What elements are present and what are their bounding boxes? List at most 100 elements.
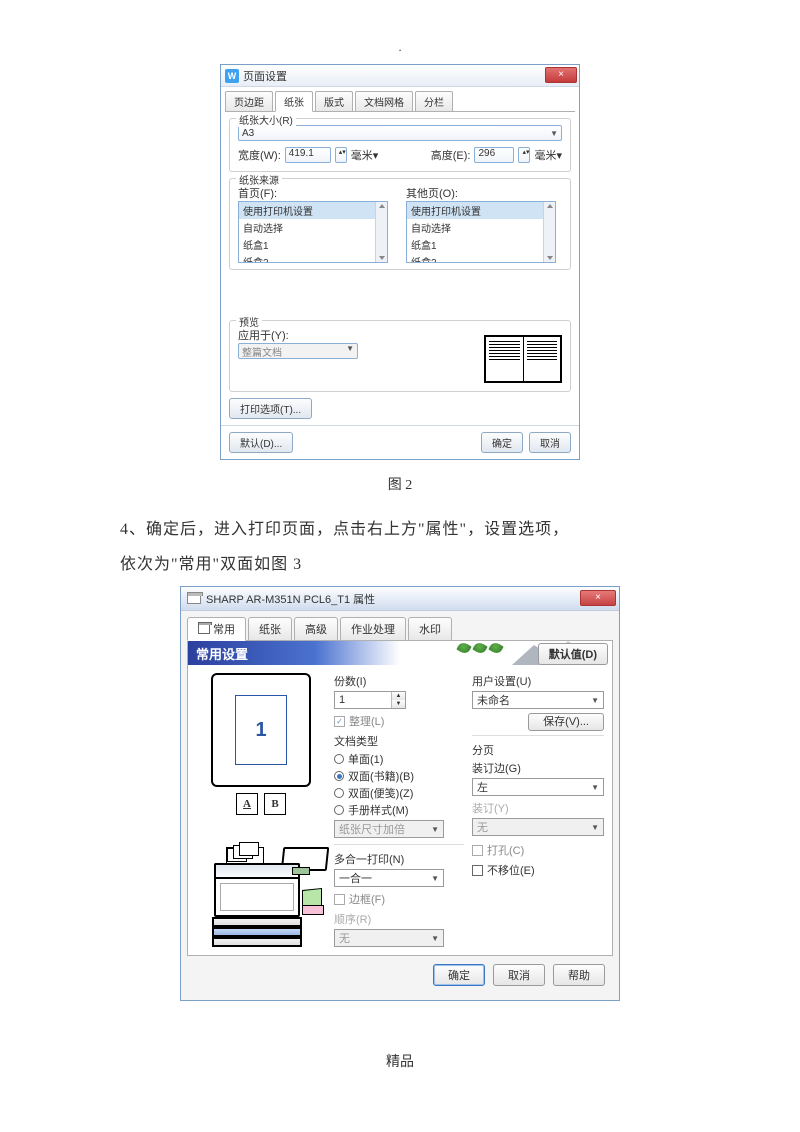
collate-label: 整理(L)	[349, 713, 384, 729]
help-button[interactable]: 帮助	[553, 964, 605, 986]
radio-duplex-book[interactable]: 双面(书籍)(B)	[334, 768, 464, 784]
ok-button[interactable]: 确定	[433, 964, 485, 986]
radio-label: 手册样式(M)	[348, 802, 409, 818]
apply-to-select[interactable]: 整篇文档 ▼	[238, 343, 358, 359]
paper-source-legend: 纸张来源	[236, 172, 282, 187]
orientation-b-icon[interactable]: B	[264, 793, 286, 815]
dlg2-titlebar: SHARP AR-M351N PCL6_T1 属性 ×	[181, 587, 619, 611]
border-label: 边框(F)	[349, 891, 385, 907]
orientation-a-icon[interactable]: A	[236, 793, 258, 815]
paper-size-select[interactable]: A3 ▼	[238, 125, 562, 141]
dlg1-title: 页面设置	[243, 68, 287, 84]
tab-label: 常用	[213, 621, 235, 637]
radio-booklet[interactable]: 手册样式(M)	[334, 802, 464, 818]
printer-properties-dialog: SHARP AR-M351N PCL6_T1 属性 × 常用 纸张 高级 作业处…	[180, 586, 620, 1001]
list-item[interactable]: 自动选择	[239, 219, 387, 236]
spinner[interactable]: ▲▼	[391, 692, 405, 708]
user-setting-value: 未命名	[477, 692, 510, 708]
list-item[interactable]: 自动选择	[407, 219, 555, 236]
tab-watermark[interactable]: 水印	[408, 617, 452, 640]
dlg1-titlebar: W 页面设置 ×	[221, 65, 579, 87]
staple-label: 装订(Y)	[472, 800, 604, 816]
print-options-button[interactable]: 打印选项(T)...	[229, 398, 312, 419]
other-page-listbox[interactable]: 使用打印机设置 自动选择 纸盒1 纸盒2	[406, 201, 556, 263]
header-dot: .	[120, 40, 680, 54]
list-item[interactable]: 使用打印机设置	[239, 202, 387, 219]
width-unit[interactable]: 毫米▾	[351, 147, 379, 163]
cancel-button[interactable]: 取消	[493, 964, 545, 986]
copies-label: 份数(I)	[334, 673, 464, 689]
first-page-listbox[interactable]: 使用打印机设置 自动选择 纸盒1 纸盒2	[238, 201, 388, 263]
preview-legend: 预览	[236, 314, 262, 329]
paper-preview: 1	[211, 673, 311, 787]
nup-select[interactable]: 一合一▼	[334, 869, 444, 887]
height-label: 高度(E):	[431, 147, 471, 163]
list-item[interactable]: 纸盒2	[407, 253, 555, 263]
copies-input[interactable]: 1 ▲▼	[334, 691, 406, 709]
border-checkbox: 边框(F)	[334, 891, 464, 907]
magnify-value: 纸张尺寸加倍	[339, 821, 405, 837]
tab-paper[interactable]: 纸张	[275, 91, 313, 112]
radio-label: 双面(书籍)(B)	[348, 768, 414, 784]
defaults-button[interactable]: 默认值(D)	[538, 643, 608, 665]
user-setting-select[interactable]: 未命名▼	[472, 691, 604, 709]
bind-edge-select[interactable]: 左▼	[472, 778, 604, 796]
scrollbar[interactable]	[375, 202, 387, 262]
printer-illustration	[196, 833, 326, 945]
radio-duplex-tablet[interactable]: 双面(便笺)(Z)	[334, 785, 464, 801]
order-label: 顺序(R)	[334, 911, 464, 927]
punch-label: 打孔(C)	[487, 842, 524, 858]
dlg2-title: SHARP AR-M351N PCL6_T1 属性	[206, 591, 375, 607]
checkbox-icon: ✓	[334, 716, 345, 727]
tab-job[interactable]: 作业处理	[340, 617, 406, 640]
paper-size-legend: 纸张大小(R)	[236, 112, 296, 127]
radio-label: 双面(便笺)(Z)	[348, 785, 413, 801]
list-item[interactable]: 纸盒2	[239, 253, 387, 263]
noshift-label: 不移位(E)	[487, 862, 535, 878]
height-unit[interactable]: 毫米▾	[534, 147, 562, 163]
staple-value: 无	[477, 819, 488, 835]
panel-header: 常用设置 默认值(D)	[188, 641, 612, 665]
preview-page-number: 1	[235, 695, 287, 765]
preview-group: 预览 应用于(Y): 整篇文档 ▼	[229, 320, 571, 392]
apply-to-value: 整篇文档	[242, 344, 282, 358]
radio-single[interactable]: 单面(1)	[334, 751, 464, 767]
tab-margins[interactable]: 页边距	[225, 91, 273, 111]
cancel-button[interactable]: 取消	[529, 432, 571, 453]
width-spinner[interactable]: ▴▾	[335, 147, 347, 163]
printer-icon	[198, 624, 210, 634]
height-spinner[interactable]: ▴▾	[518, 147, 530, 163]
order-value: 无	[339, 930, 350, 946]
default-button[interactable]: 默认(D)...	[229, 432, 293, 453]
ok-button[interactable]: 确定	[481, 432, 523, 453]
tab-common[interactable]: 常用	[187, 617, 246, 641]
tab-advanced[interactable]: 高级	[294, 617, 338, 640]
checkbox-icon	[472, 865, 483, 876]
list-item[interactable]: 纸盒1	[407, 236, 555, 253]
save-button[interactable]: 保存(V)...	[528, 713, 604, 731]
tab-columns[interactable]: 分栏	[415, 91, 453, 111]
noshift-checkbox[interactable]: 不移位(E)	[472, 862, 604, 878]
paper-size-group: 纸张大小(R) A3 ▼ 宽度(W): 419.1 ▴▾ 毫米▾ 高度(E): …	[229, 118, 571, 172]
tab-layout[interactable]: 版式	[315, 91, 353, 111]
paper-source-group: 纸张来源 首页(F): 使用打印机设置 自动选择 纸盒1 纸盒2 其他页(	[229, 178, 571, 270]
first-page-label: 首页(F):	[238, 185, 388, 201]
doc-type-label: 文档类型	[334, 733, 464, 749]
height-input[interactable]: 296	[474, 147, 514, 163]
tab-grid[interactable]: 文档网格	[355, 91, 413, 111]
tab-paper[interactable]: 纸张	[248, 617, 292, 640]
width-label: 宽度(W):	[238, 147, 281, 163]
page-preview-icon	[484, 335, 562, 383]
scrollbar[interactable]	[543, 202, 555, 262]
collate-checkbox[interactable]: ✓ 整理(L)	[334, 713, 464, 729]
close-icon[interactable]: ×	[545, 67, 577, 83]
nup-value: 一合一	[339, 870, 372, 886]
list-item[interactable]: 纸盒1	[239, 236, 387, 253]
list-item[interactable]: 使用打印机设置	[407, 202, 555, 219]
dlg1-tabs: 页边距 纸张 版式 文档网格 分栏	[221, 87, 579, 111]
page-setup-dialog: W 页面设置 × 页边距 纸张 版式 文档网格 分栏 纸张大小(R) A3 ▼ …	[220, 64, 580, 460]
punch-checkbox: 打孔(C)	[472, 842, 604, 858]
close-icon[interactable]: ×	[580, 590, 616, 606]
bind-edge-label: 装订边(G)	[472, 760, 604, 776]
width-input[interactable]: 419.1	[285, 147, 331, 163]
